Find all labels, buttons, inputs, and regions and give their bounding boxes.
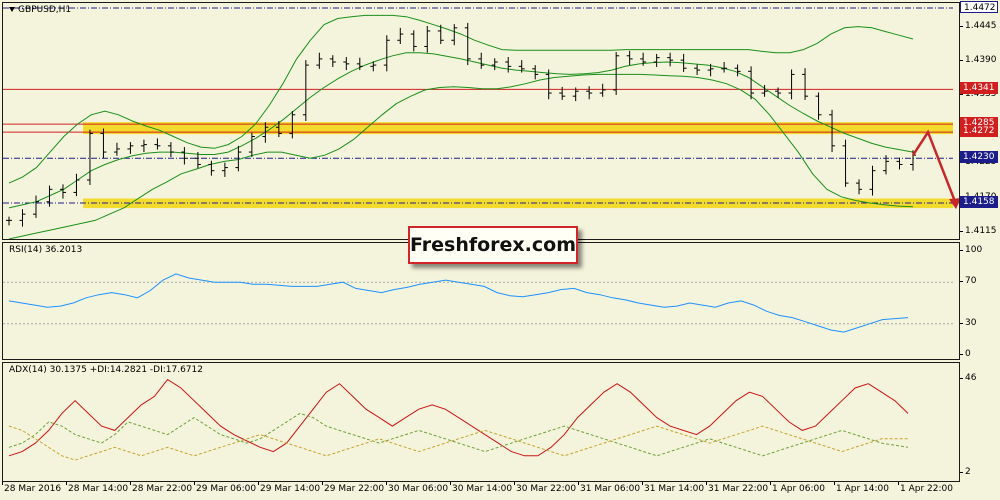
price-chart: [3, 3, 959, 239]
tick-mark: [960, 250, 963, 251]
tick-mark: [960, 230, 963, 232]
tick-mark: [322, 482, 323, 485]
tick-mark: [960, 354, 963, 355]
tick-mark: [2, 482, 3, 485]
tick-mark: [960, 471, 963, 473]
price-tick: 1.4115: [960, 225, 1000, 237]
price-tick: 1.4390: [960, 54, 1000, 66]
tick-mark: [66, 482, 67, 485]
tick-label: 1.4390: [965, 54, 997, 65]
tick-mark: [960, 281, 963, 283]
time-tick-label: 1 Apr 22:00: [900, 484, 953, 494]
time-tick-label: 28 Mar 2016: [4, 484, 62, 494]
freshforex-watermark: Freshforex.com: [408, 226, 578, 264]
tick-mark: [642, 482, 643, 485]
rsi-axis: 100 70 30 0: [960, 242, 1000, 360]
time-tick-label: 31 Mar 22:00: [708, 484, 769, 494]
rsi-tick: 100: [960, 244, 1000, 256]
tick-mark: [960, 378, 963, 380]
tick-mark: [960, 25, 963, 27]
adx-background: [3, 363, 959, 481]
rsi-label: RSI(14) 36.2013: [9, 245, 83, 255]
symbol-label: GBPUSD,H1: [9, 5, 71, 15]
tick-mark: [834, 482, 835, 485]
time-axis: 28 Mar 2016 28 Mar 14:00 28 Mar 22:00 29 Ma…: [0, 482, 960, 500]
tick-mark: [960, 59, 963, 61]
tick-label: 1.4115: [965, 225, 997, 236]
time-tick-label: 29 Mar 06:00: [196, 484, 257, 494]
time-tick-label: 30 Mar 06:00: [388, 484, 449, 494]
rsi-tick: 70: [960, 275, 1000, 287]
tick-label: 70: [965, 276, 977, 287]
time-tick-label: 28 Mar 14:00: [68, 484, 129, 494]
tick-label: 0: [965, 349, 971, 359]
tick-label: 46: [965, 373, 977, 384]
tick-mark: [258, 482, 259, 485]
tick-label: 2: [965, 466, 971, 477]
tick-label: 30: [965, 317, 977, 328]
price-badge: 1.4272: [960, 125, 998, 138]
rsi-tick: 30: [960, 317, 1000, 329]
time-tick-label: 1 Apr 06:00: [772, 484, 825, 494]
adx-tick: 2: [960, 466, 1000, 478]
price-badge: 1.4158: [960, 195, 998, 208]
tick-mark: [194, 482, 195, 485]
adx-chart: [3, 363, 959, 481]
dropdown-arrow-icon: [9, 7, 15, 12]
price-pane[interactable]: GBPUSD,H1: [2, 2, 960, 240]
price-tick: 1.4445: [960, 20, 1000, 32]
adx-axis: 46 2: [960, 362, 1000, 482]
tick-mark: [450, 482, 451, 485]
tick-mark: [578, 482, 579, 485]
tick-mark: [770, 482, 771, 485]
tick-mark: [386, 482, 387, 485]
tick-mark: [706, 482, 707, 485]
price-badge: 1.4472: [960, 0, 998, 13]
adx-pane[interactable]: ADX(14) 30.1375 +DI:14.2821 -DI:17.6712: [2, 362, 960, 482]
time-tick-label: 1 Apr 14:00: [836, 484, 889, 494]
time-tick-label: 29 Mar 14:00: [260, 484, 321, 494]
time-tick-label: 30 Mar 14:00: [452, 484, 513, 494]
tick-mark: [514, 482, 515, 485]
tick-label: 1.4445: [965, 20, 997, 31]
price-badge: 1.4341: [960, 82, 998, 95]
adx-tick: 46: [960, 372, 1000, 384]
chart-window: GBPUSD,H1 RSI(14) 36.2013 ADX(14) 30.137…: [0, 0, 1000, 500]
time-tick-label: 31 Mar 14:00: [644, 484, 705, 494]
tick-mark: [898, 482, 899, 485]
time-tick-label: 29 Mar 22:00: [324, 484, 385, 494]
adx-label: ADX(14) 30.1375 +DI:14.2821 -DI:17.6712: [9, 365, 203, 375]
time-tick-label: 30 Mar 22:00: [516, 484, 577, 494]
time-tick-label: 28 Mar 22:00: [132, 484, 193, 494]
tick-mark: [960, 322, 963, 324]
time-tick-label: 31 Mar 06:00: [580, 484, 641, 494]
rsi-tick: 0: [960, 348, 1000, 360]
tick-mark: [130, 482, 131, 485]
price-badge: 1.4230: [960, 151, 998, 164]
tick-label: 100: [965, 245, 983, 255]
